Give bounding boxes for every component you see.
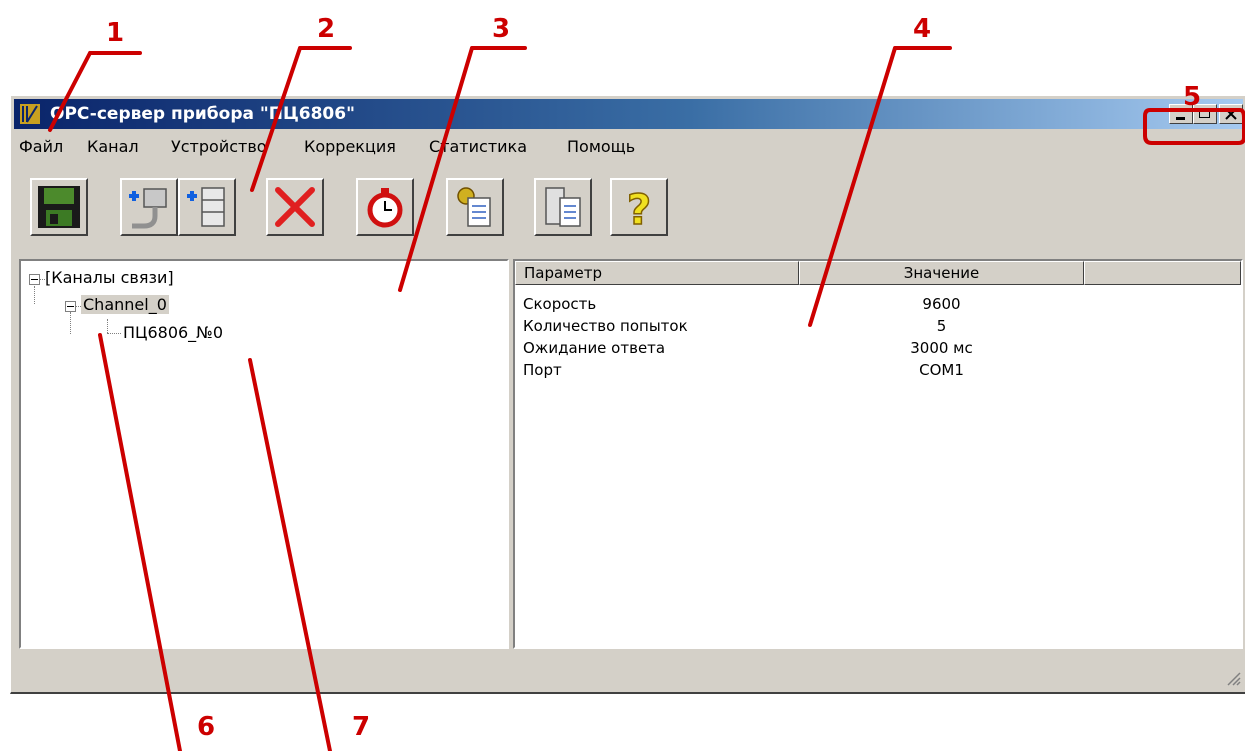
annotation-leader-6 [98,333,182,751]
annotation-label: 1 [106,18,125,48]
annotation-leader-4 [808,46,952,327]
annotation-leader-1 [48,51,142,132]
annotation-leader-3 [398,46,527,292]
annotation-label: 3 [492,14,511,44]
annotation-leader-7 [248,358,332,751]
annotation-circle-5 [1143,108,1245,145]
annotation-label: 6 [197,712,216,742]
annotation-label: 7 [352,712,371,742]
annotation-label: 5 [1183,82,1202,112]
annotation-label: 4 [913,14,932,44]
annotation-leader-2 [250,46,352,192]
annotation-label: 2 [317,14,336,44]
annotation-overlay [48,46,1245,751]
